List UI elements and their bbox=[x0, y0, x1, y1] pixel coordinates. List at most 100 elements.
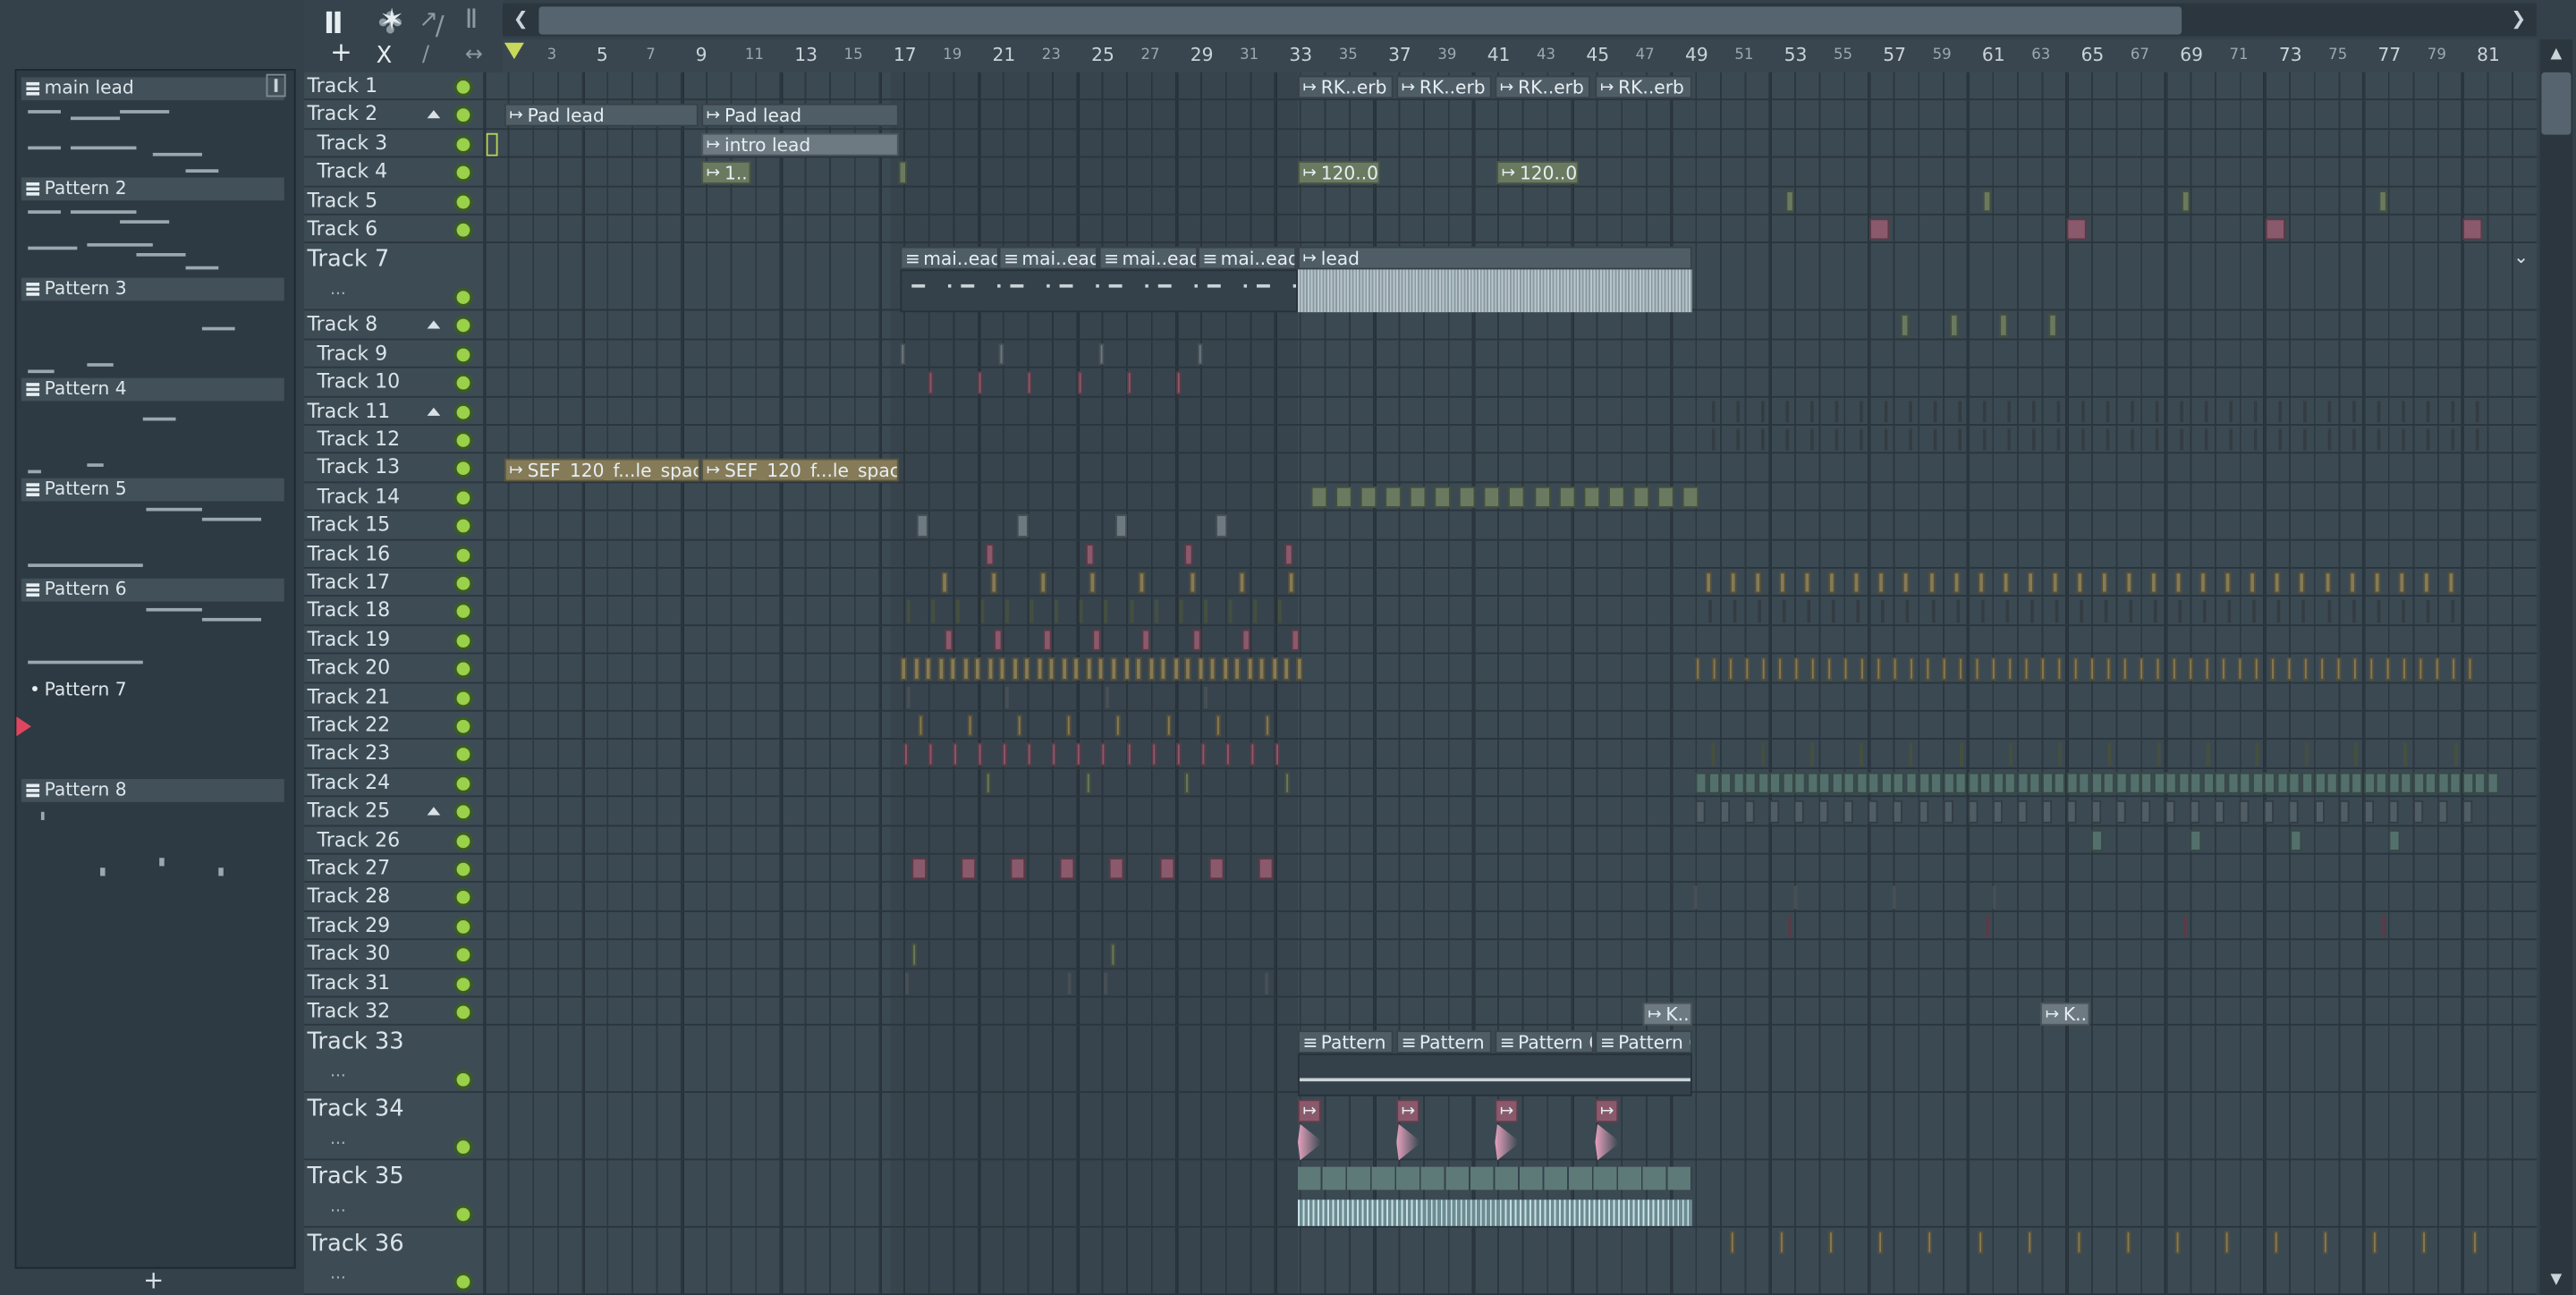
audio-clip[interactable] bbox=[2385, 657, 2391, 680]
audio-clip[interactable] bbox=[2426, 400, 2430, 423]
track-header[interactable]: Track 4 bbox=[303, 158, 483, 187]
audio-clip[interactable] bbox=[2215, 772, 2227, 794]
audio-clip[interactable] bbox=[2177, 772, 2190, 794]
audio-clip[interactable] bbox=[2402, 657, 2407, 680]
audio-clip[interactable] bbox=[1228, 600, 1233, 623]
audio-clip[interactable] bbox=[1730, 1232, 1735, 1255]
audio-clip[interactable] bbox=[1052, 743, 1057, 766]
track-mute-led[interactable] bbox=[453, 106, 473, 126]
audio-clip[interactable] bbox=[2080, 600, 2083, 623]
audio-clip[interactable] bbox=[2377, 400, 2381, 423]
audio-clip[interactable] bbox=[1835, 400, 1839, 423]
audio-clip[interactable] bbox=[1104, 972, 1107, 995]
audio-clip[interactable] bbox=[2227, 772, 2240, 794]
audio-clip[interactable] bbox=[2040, 657, 2046, 680]
pattern-clip[interactable]: mai..ead bbox=[998, 246, 1097, 270]
audio-clip[interactable] bbox=[1055, 600, 1059, 623]
audio-clip[interactable] bbox=[1110, 944, 1116, 966]
audio-clip-row[interactable] bbox=[1297, 1166, 1692, 1190]
audio-clip[interactable] bbox=[2434, 657, 2440, 680]
audio-clip[interactable] bbox=[2190, 772, 2202, 794]
track-header[interactable]: Track 35... bbox=[303, 1161, 483, 1229]
audio-clip[interactable] bbox=[1222, 657, 1229, 680]
audio-clip[interactable] bbox=[2278, 400, 2283, 423]
audio-clip[interactable] bbox=[2190, 829, 2202, 851]
audio-clip[interactable] bbox=[2115, 800, 2126, 823]
audio-clip[interactable] bbox=[999, 657, 1006, 680]
pattern-clip[interactable]: Pattern 6 bbox=[1595, 1030, 1692, 1054]
audio-clip[interactable] bbox=[1106, 686, 1109, 708]
audio-clip[interactable] bbox=[1760, 400, 1765, 423]
audio-clip[interactable] bbox=[912, 657, 919, 680]
audio-clip[interactable] bbox=[2054, 772, 2066, 794]
audio-clip[interactable] bbox=[1958, 657, 1963, 680]
audio-clip[interactable] bbox=[1730, 571, 1737, 595]
audio-clip[interactable] bbox=[2251, 772, 2264, 794]
pattern-clip[interactable]: Pattern 5 bbox=[1396, 1030, 1492, 1054]
pattern-item[interactable]: Pattern 5 bbox=[21, 478, 284, 579]
audio-clip[interactable] bbox=[2487, 772, 2499, 794]
track-mute-led[interactable] bbox=[453, 1205, 473, 1225]
audio-clip[interactable] bbox=[1860, 400, 1863, 423]
audio-clip[interactable] bbox=[2400, 772, 2412, 794]
audio-clip[interactable] bbox=[987, 657, 994, 680]
audio-clip[interactable] bbox=[2289, 772, 2301, 794]
audio-clip[interactable] bbox=[1023, 657, 1031, 680]
audio-clip[interactable] bbox=[2324, 571, 2331, 595]
audio-clip[interactable] bbox=[2174, 1232, 2181, 1255]
audio-clip[interactable] bbox=[1754, 571, 1762, 595]
audio-clip[interactable]: RK..erb bbox=[1595, 75, 1692, 99]
audio-clip[interactable] bbox=[1297, 1099, 1321, 1123]
audio-clip[interactable] bbox=[1410, 486, 1427, 509]
track-mute-led[interactable] bbox=[453, 1070, 473, 1091]
audio-clip[interactable] bbox=[1105, 600, 1108, 623]
track-options-icon[interactable]: ... bbox=[330, 1064, 346, 1082]
audio-clip[interactable] bbox=[2128, 772, 2140, 794]
audio-clip[interactable] bbox=[2131, 428, 2134, 452]
pattern-clip[interactable]: Pattern 6 bbox=[1495, 1030, 1594, 1054]
audio-clip[interactable] bbox=[2264, 800, 2275, 823]
audio-clip[interactable] bbox=[1139, 571, 1146, 595]
audio-clip[interactable] bbox=[1060, 858, 1075, 880]
track-options-icon[interactable]: ... bbox=[330, 1131, 346, 1149]
track-mute-led[interactable] bbox=[453, 1273, 473, 1293]
audio-clip[interactable] bbox=[900, 343, 906, 366]
audio-clip[interactable] bbox=[1197, 343, 1203, 366]
audio-clip[interactable] bbox=[1909, 657, 1914, 680]
chevron-down-icon[interactable]: ⌄ bbox=[2513, 247, 2537, 270]
audio-clip[interactable] bbox=[1979, 772, 1992, 794]
audio-clip[interactable] bbox=[2048, 314, 2057, 337]
audio-clip[interactable] bbox=[2299, 571, 2306, 595]
add-pattern-button[interactable]: + bbox=[15, 1265, 292, 1295]
audio-clip[interactable] bbox=[931, 600, 936, 623]
audio-clip[interactable] bbox=[900, 657, 907, 680]
audio-clip[interactable]: 1.. bbox=[701, 161, 751, 184]
audio-clip[interactable] bbox=[1758, 600, 1762, 623]
audio-clip[interactable] bbox=[2026, 1232, 2032, 1255]
audio-clip[interactable] bbox=[2462, 218, 2483, 241]
audio-clip[interactable] bbox=[2007, 400, 2012, 423]
track-header[interactable]: Track 26 bbox=[303, 826, 483, 855]
audio-clip[interactable]: lead bbox=[1297, 246, 1692, 270]
track-mute-led[interactable] bbox=[453, 316, 473, 336]
audio-clip[interactable] bbox=[1785, 400, 1790, 423]
audio-clip[interactable] bbox=[2450, 600, 2454, 623]
audio-clip[interactable] bbox=[2354, 743, 2359, 766]
audio-clip[interactable] bbox=[1036, 657, 1043, 680]
audio-clip[interactable] bbox=[1296, 657, 1303, 680]
pattern-clip[interactable]: mai..ead bbox=[1197, 246, 1297, 270]
audio-clip[interactable] bbox=[2303, 400, 2307, 423]
audio-clip[interactable] bbox=[2451, 428, 2455, 452]
track-mute-led[interactable] bbox=[453, 859, 473, 880]
piano-roll-icon[interactable]: Ⅱ bbox=[465, 4, 478, 35]
track-mute-led[interactable] bbox=[453, 459, 473, 479]
audio-clip[interactable] bbox=[1779, 1232, 1784, 1255]
audio-clip[interactable] bbox=[1208, 858, 1224, 880]
audio-clip[interactable] bbox=[1728, 657, 1733, 680]
audio-clip[interactable]: RK..erb bbox=[1297, 75, 1394, 99]
audio-clip[interactable] bbox=[1135, 657, 1142, 680]
audio-clip[interactable] bbox=[1744, 800, 1755, 823]
audio-clip[interactable] bbox=[2157, 743, 2161, 766]
audio-clip[interactable] bbox=[2253, 657, 2259, 680]
audio-clip[interactable] bbox=[2278, 428, 2283, 452]
